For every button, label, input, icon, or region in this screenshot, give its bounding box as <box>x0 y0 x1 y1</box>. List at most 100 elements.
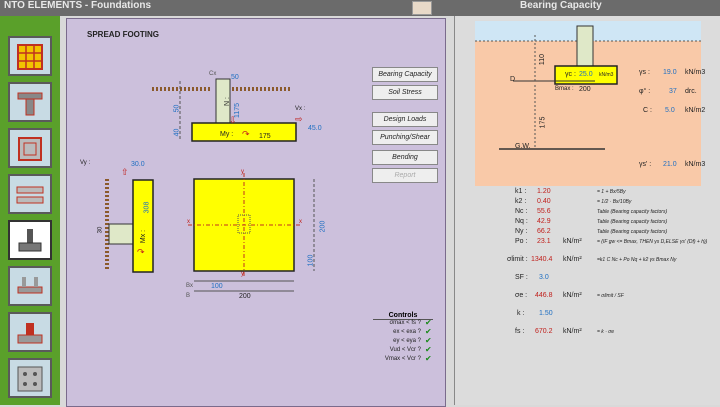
sheet-title: SPREAD FOOTING <box>87 30 160 39</box>
vy-arrow-icon: ⇧ <box>121 167 129 177</box>
report-button[interactable]: Report <box>372 168 438 183</box>
x-marker-left: x <box>187 219 190 225</box>
phi-label: φ° : <box>639 88 651 95</box>
beam-section-icon <box>17 92 43 116</box>
soil-profile: 110 175 D G.W. γc : 25.0 kN/m3 Bmax : 20… <box>475 21 705 186</box>
control-label: Vmax < Vcr ? <box>384 356 421 362</box>
sigma-e-formula: = σlimit / SF <box>597 293 624 299</box>
module-sidebar <box>0 16 60 405</box>
phi-unit: drc. <box>685 88 697 95</box>
sigma-limit-value: 1340.4 <box>531 256 553 263</box>
k1-label: k1 : <box>515 188 527 195</box>
col-width-value: 50 <box>231 74 239 81</box>
c-label: C : <box>643 107 652 114</box>
nav-pile-cap-button[interactable] <box>8 358 52 398</box>
k2-formula: = 1/2 · Bx/10By <box>597 199 632 205</box>
fs-value: 670.2 <box>535 328 553 335</box>
ny-formula: Table (Bearing capacity factors) <box>597 229 668 235</box>
pile-cap-icon <box>17 366 43 392</box>
ysp-value: 21.0 <box>663 161 677 168</box>
ysp-unit: kN/m3 <box>685 161 706 168</box>
bending-button[interactable]: Bending <box>372 150 438 165</box>
x-marker-right: x <box>299 219 302 225</box>
spread-footing-sheet: SPREAD FOOTING Bearing Capacity Soil Str… <box>66 18 446 407</box>
nc-formula: Table (Bearing capacity factors) <box>597 209 668 215</box>
h2-value: 40 <box>173 128 181 137</box>
ys-value: 19.0 <box>663 69 677 76</box>
k1-formula: = 1 + Bx/5By <box>597 189 626 195</box>
ny-value: 66.2 <box>537 228 551 235</box>
nc-label: Nc : <box>515 208 528 215</box>
my-label: My : <box>220 131 234 138</box>
nav-slab-button[interactable] <box>8 36 52 76</box>
nav-strip-footing-button[interactable] <box>8 266 52 306</box>
dim-top-value: 110 <box>539 53 547 66</box>
check-icon: ✔ <box>425 327 432 336</box>
controls-title: Controls <box>373 312 433 320</box>
fs-label: fs : <box>515 328 525 335</box>
control-row: Vmax < Vcr ? ✔ <box>367 354 439 365</box>
control-label: ey < eya ? <box>393 338 421 344</box>
bearing-capacity-button[interactable]: Bearing Capacity <box>372 67 438 82</box>
k-label: k : <box>517 310 525 317</box>
check-icon: ✔ <box>425 318 432 327</box>
gamma-label: γc : <box>565 71 576 78</box>
control-label: Vud < Vcr ? <box>389 347 421 353</box>
po-unit: kN/m² <box>563 238 582 245</box>
check-icon: ✔ <box>425 336 432 345</box>
mx-value: 308 <box>143 201 151 214</box>
vx-label: Vx : <box>295 106 306 112</box>
close-button[interactable] <box>412 1 432 15</box>
combined-footing-icon <box>17 323 43 344</box>
nav-spread-footing-button[interactable] <box>8 220 52 260</box>
check-icon: ✔ <box>425 345 432 354</box>
nq-label: Nq : <box>515 218 528 225</box>
n-label: N : <box>223 97 231 106</box>
app-title: NTO ELEMENTS - Foundations <box>4 0 152 11</box>
nav-column-button[interactable] <box>8 128 52 168</box>
b-value: 200 <box>239 293 251 300</box>
fs-unit: kN/m² <box>563 328 582 335</box>
my-arrow-icon: ↷ <box>242 129 250 139</box>
y-marker-top: y <box>241 169 244 175</box>
design-loads-button[interactable]: Design Loads <box>372 112 438 127</box>
nav-combined-footing-button[interactable] <box>8 312 52 352</box>
dim-mid-value: 175 <box>539 116 547 129</box>
gamma-unit: kN/m3 <box>599 72 614 78</box>
k1-value: 1.20 <box>537 188 551 195</box>
vy-label: Vy : <box>80 160 91 166</box>
ny-label: Ny : <box>515 228 528 235</box>
phi-value: 37 <box>669 88 677 95</box>
soil-stress-button[interactable]: Soil Stress <box>372 85 438 100</box>
check-icon: ✔ <box>425 354 432 363</box>
slab-grid-icon <box>17 44 43 70</box>
spread-footing-icon <box>18 229 42 252</box>
sigma-e-label: σe : <box>515 292 528 299</box>
po-value: 23.1 <box>537 238 551 245</box>
cx-label: Cx <box>209 71 217 77</box>
nq-formula: Table (Bearing capacity factors) <box>597 219 668 225</box>
sigma-limit-label: σlimit : <box>507 256 528 263</box>
bearing-capacity-panel: 110 175 D G.W. γc : 25.0 kN/m3 Bmax : 20… <box>454 16 720 405</box>
ys-label: γs : <box>639 69 650 76</box>
gw-label: G.W. <box>515 143 531 150</box>
y-marker-bottom: y <box>241 271 244 277</box>
ys-unit: kN/m3 <box>685 69 706 76</box>
bmax-label: Bmax : <box>555 86 574 92</box>
k-value[interactable]: 1.50 <box>539 310 553 317</box>
nav-reinforcement-button[interactable] <box>8 174 52 214</box>
l-value: 200 <box>319 220 327 233</box>
column-section-icon <box>18 137 42 161</box>
vx-arrow-icon: ⇨ <box>295 114 303 124</box>
c-value: 5.0 <box>665 107 675 114</box>
elevation-y-drawing <box>105 179 154 273</box>
b-label: B <box>186 293 191 299</box>
control-label: σmax < fs ? <box>389 320 421 326</box>
po-formula: = (IF gw <= Bmax, THEN γs D,ELSE γs' (Df… <box>597 239 708 245</box>
punching-shear-button[interactable]: Punching/Shear <box>372 130 438 145</box>
ysp-label: γs' : <box>639 161 652 168</box>
nav-beam-button[interactable] <box>8 82 52 122</box>
beam-reinforcement-icon <box>16 186 44 204</box>
sigma-limit-formula: =k1 C Nc + Po Nq + k2 γs Bmax Ny <box>597 257 677 263</box>
sf-value[interactable]: 3.0 <box>539 274 549 281</box>
